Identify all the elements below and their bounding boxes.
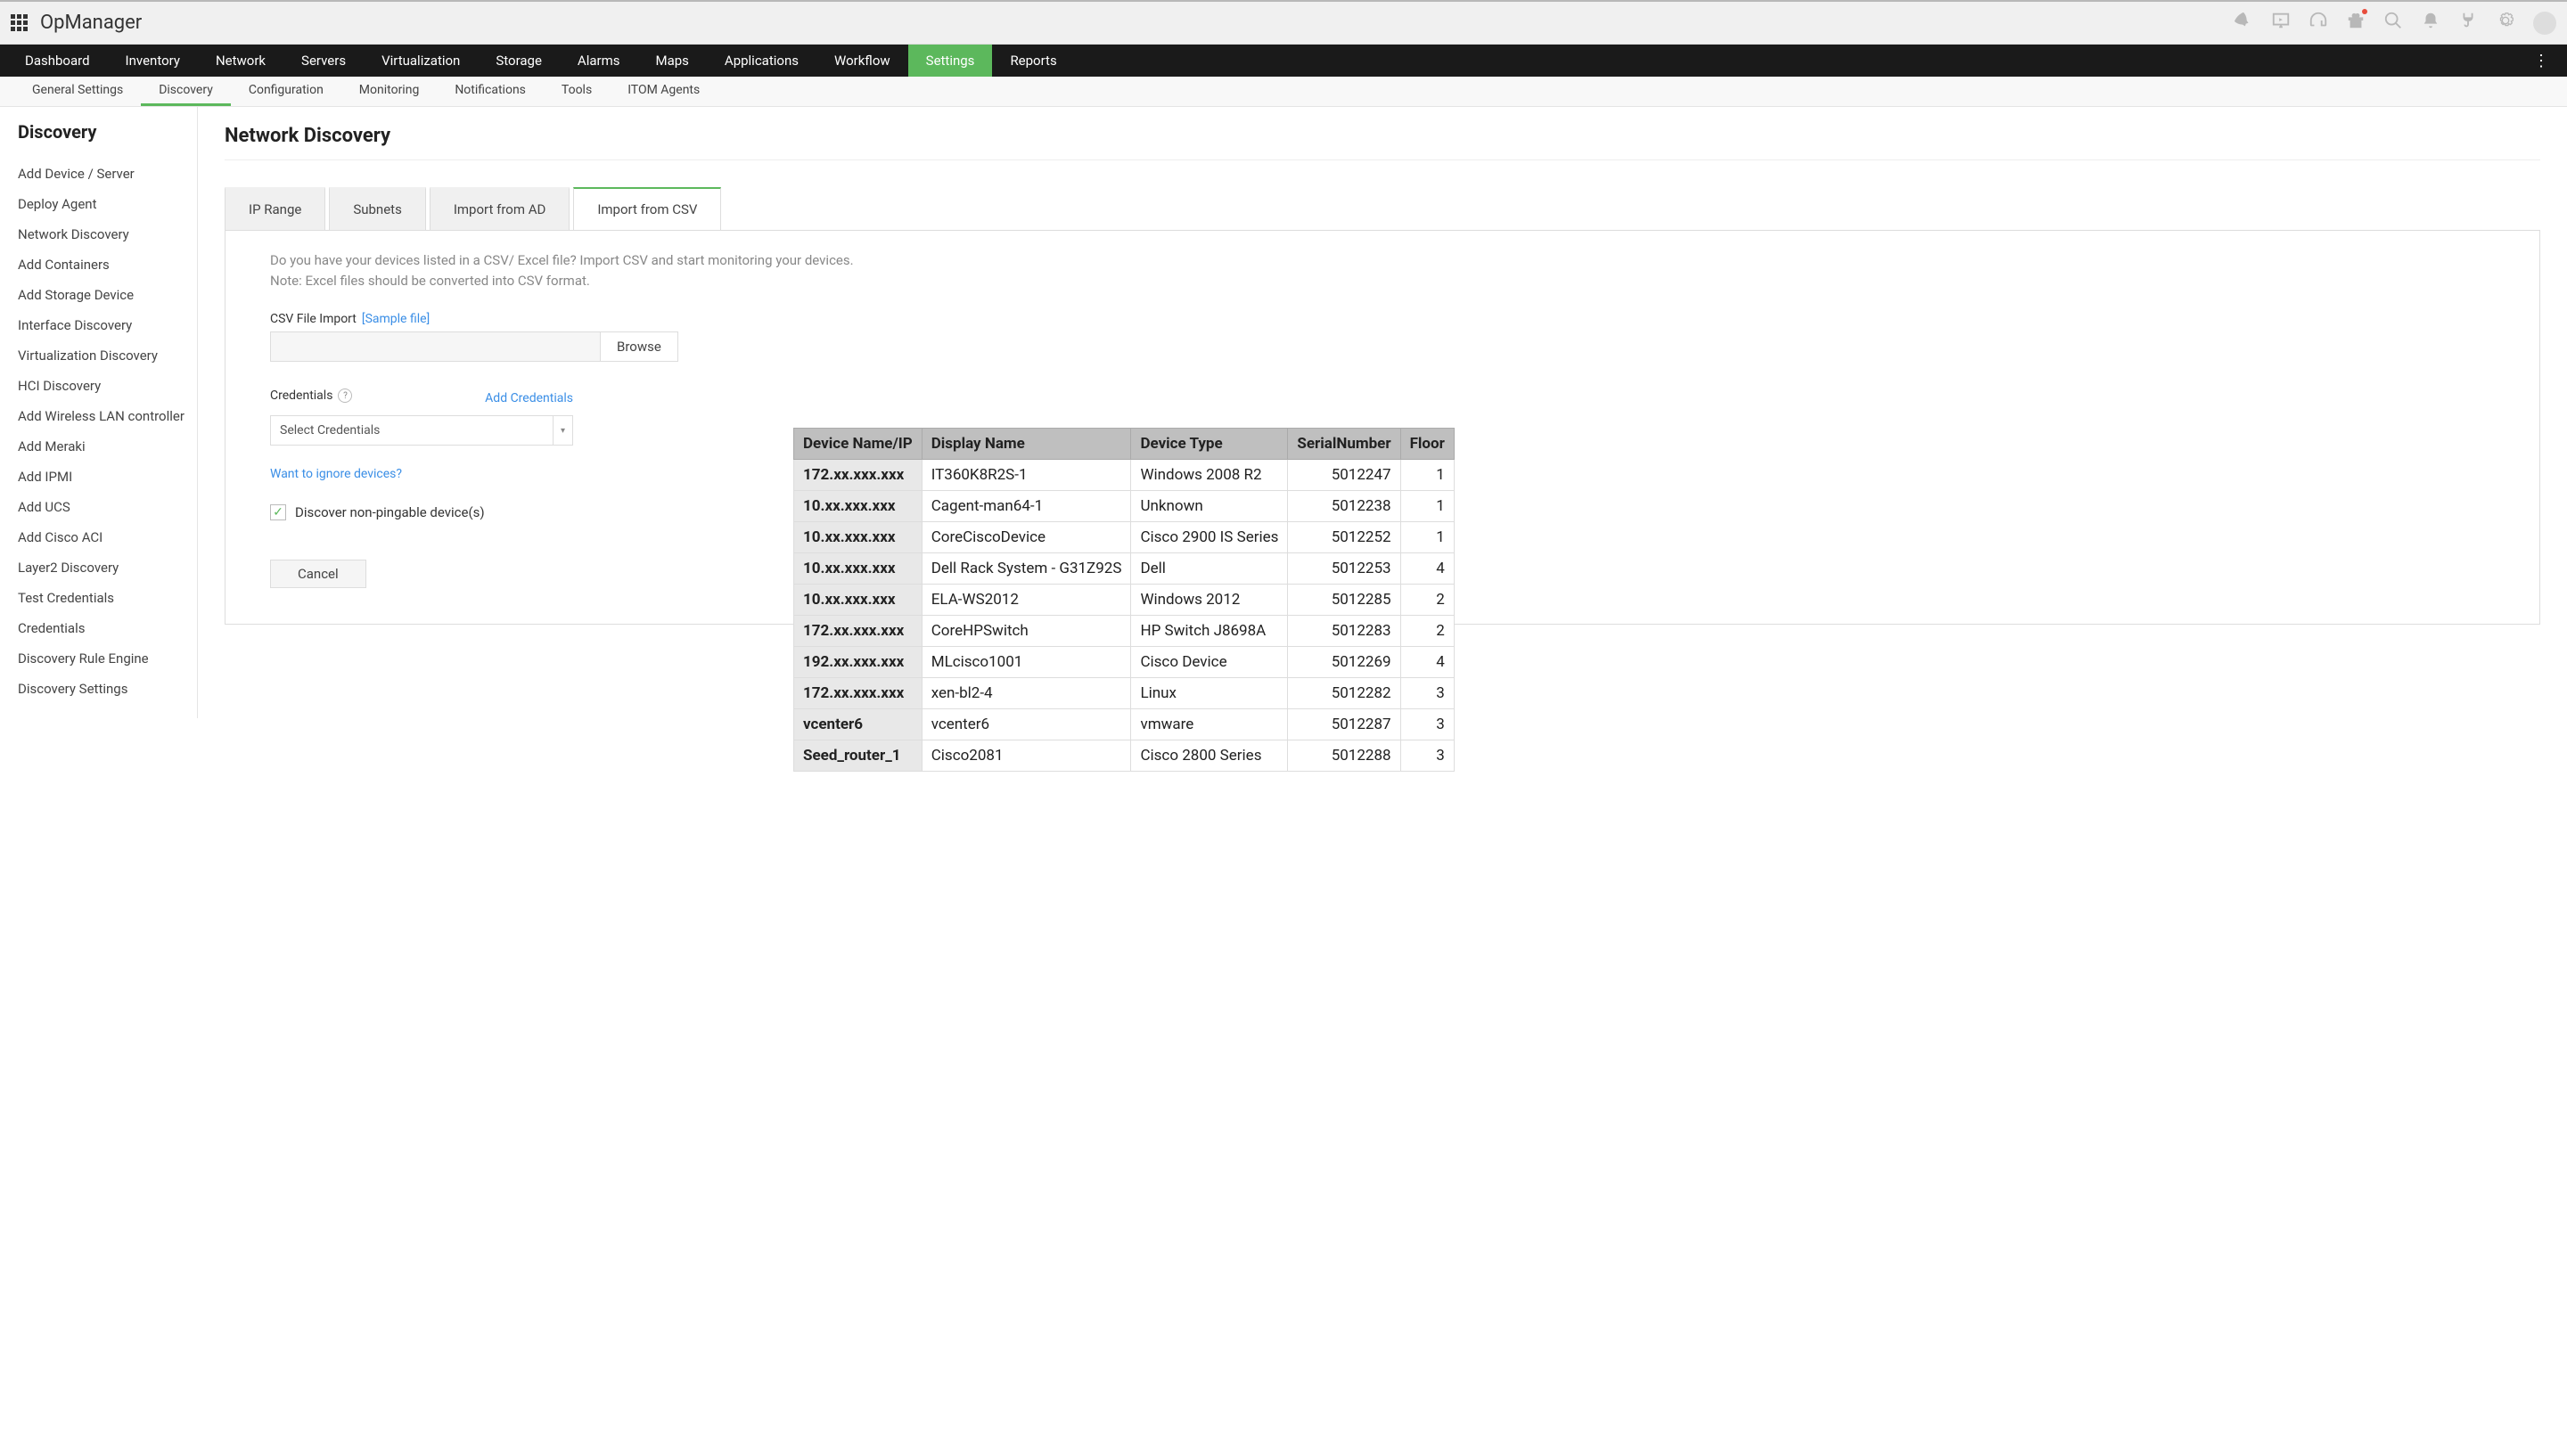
csv-import-label: CSV File Import [Sample file] — [270, 312, 2504, 326]
sidebar-item-deploy-agent[interactable]: Deploy Agent — [18, 189, 197, 219]
help-icon[interactable]: ? — [338, 389, 352, 403]
sidebar-item-add-meraki[interactable]: Add Meraki — [18, 431, 197, 462]
table-row[interactable]: 172.xx.xxx.xxxCoreHPSwitchHP Switch J869… — [794, 616, 1455, 647]
table-row[interactable]: vcenter6vcenter6vmware50122873 — [794, 709, 1455, 740]
nav-alarms[interactable]: Alarms — [560, 45, 638, 77]
table-row[interactable]: 192.xx.xxx.xxxMLcisco1001Cisco Device501… — [794, 647, 1455, 678]
table-row[interactable]: 10.xx.xxx.xxxCoreCiscoDeviceCisco 2900 I… — [794, 522, 1455, 553]
tab-subnets[interactable]: Subnets — [329, 187, 426, 230]
nav-dashboard[interactable]: Dashboard — [7, 45, 108, 77]
nav-reports[interactable]: Reports — [992, 45, 1074, 77]
nav-storage[interactable]: Storage — [478, 45, 560, 77]
main-nav: DashboardInventoryNetworkServersVirtuali… — [0, 45, 2567, 77]
subnav-configuration[interactable]: Configuration — [231, 77, 341, 106]
sidebar-title: Discovery — [18, 121, 197, 143]
tab-import-from-ad[interactable]: Import from AD — [430, 187, 570, 230]
brand-logo[interactable]: OpManager — [40, 12, 142, 34]
tab-bar: IP RangeSubnetsImport from ADImport from… — [225, 187, 2567, 230]
plug-icon[interactable] — [2458, 11, 2478, 35]
sidebar-item-test-credentials[interactable]: Test Credentials — [18, 583, 197, 613]
bell-icon[interactable] — [2421, 11, 2440, 35]
col-floor: Floor — [1400, 429, 1454, 460]
nav-settings[interactable]: Settings — [908, 45, 993, 77]
nav-virtualization[interactable]: Virtualization — [364, 45, 478, 77]
page-title: Network Discovery — [225, 125, 2540, 160]
apps-grid-icon[interactable] — [11, 14, 28, 31]
sidebar-item-credentials[interactable]: Credentials — [18, 613, 197, 643]
tab-import-from-csv[interactable]: Import from CSV — [573, 187, 721, 230]
sample-file-link[interactable]: [Sample file] — [362, 312, 430, 326]
col-serialnumber: SerialNumber — [1288, 429, 1400, 460]
col-device-name-ip: Device Name/IP — [794, 429, 923, 460]
headset-icon[interactable] — [2309, 11, 2328, 35]
col-device-type: Device Type — [1131, 429, 1288, 460]
table-row[interactable]: 172.xx.xxx.xxxxen-bl2-4Linux50122823 — [794, 678, 1455, 709]
subnav-monitoring[interactable]: Monitoring — [341, 77, 438, 106]
sidebar-item-add-wireless-lan-controller[interactable]: Add Wireless LAN controller — [18, 401, 197, 431]
table-row[interactable]: 10.xx.xxx.xxxDell Rack System - G31Z92SD… — [794, 553, 1455, 585]
nav-network[interactable]: Network — [198, 45, 283, 77]
search-icon[interactable] — [2383, 11, 2403, 35]
nav-applications[interactable]: Applications — [707, 45, 816, 77]
subnav-notifications[interactable]: Notifications — [437, 77, 544, 106]
sidebar-item-discovery-settings[interactable]: Discovery Settings — [18, 674, 197, 704]
sidebar-item-network-discovery[interactable]: Network Discovery — [18, 219, 197, 249]
nav-workflow[interactable]: Workflow — [816, 45, 908, 77]
sidebar-item-layer2-discovery[interactable]: Layer2 Discovery — [18, 552, 197, 583]
nav-inventory[interactable]: Inventory — [108, 45, 198, 77]
gift-icon[interactable] — [2346, 11, 2366, 35]
subnav-discovery[interactable]: Discovery — [141, 77, 231, 106]
subnav-itom-agents[interactable]: ITOM Agents — [610, 77, 718, 106]
nav-servers[interactable]: Servers — [283, 45, 364, 77]
sidebar-item-add-device-server[interactable]: Add Device / Server — [18, 159, 197, 189]
chevron-down-icon: ▾ — [553, 416, 572, 445]
table-row[interactable]: Seed_router_1Cisco2081Cisco 2800 Series5… — [794, 740, 1455, 772]
sidebar-item-add-containers[interactable]: Add Containers — [18, 249, 197, 280]
rocket-icon[interactable] — [2234, 11, 2253, 35]
credentials-select[interactable]: Select Credentials ▾ — [270, 415, 573, 446]
subnav-general-settings[interactable]: General Settings — [14, 77, 141, 106]
sidebar-item-hci-discovery[interactable]: HCI Discovery — [18, 371, 197, 401]
sidebar-item-add-cisco-aci[interactable]: Add Cisco ACI — [18, 522, 197, 552]
credentials-label: Credentials ? — [270, 389, 352, 403]
sidebar-item-add-ucs[interactable]: Add UCS — [18, 492, 197, 522]
discover-nonpingable-checkbox[interactable]: ✓ — [270, 504, 286, 520]
sidebar-item-interface-discovery[interactable]: Interface Discovery — [18, 310, 197, 340]
browse-button[interactable]: Browse — [600, 331, 678, 362]
sidebar-item-virtualization-discovery[interactable]: Virtualization Discovery — [18, 340, 197, 371]
user-avatar[interactable] — [2533, 12, 2556, 35]
nav-maps[interactable]: Maps — [637, 45, 706, 77]
info-text: Do you have your devices listed in a CSV… — [270, 250, 2504, 290]
sub-nav: General SettingsDiscoveryConfigurationMo… — [0, 77, 2567, 107]
table-row[interactable]: 10.xx.xxx.xxxCagent-man64-1Unknown501223… — [794, 491, 1455, 522]
cancel-button[interactable]: Cancel — [270, 560, 366, 588]
sidebar-item-discovery-rule-engine[interactable]: Discovery Rule Engine — [18, 643, 197, 674]
discover-nonpingable-label: Discover non-pingable device(s) — [295, 504, 485, 520]
topbar: OpManager — [0, 0, 2567, 45]
tab-ip-range[interactable]: IP Range — [225, 187, 325, 230]
screen-icon[interactable] — [2271, 11, 2291, 35]
table-row[interactable]: 172.xx.xxx.xxxIT360K8R2S-1Windows 2008 R… — [794, 460, 1455, 491]
csv-preview-table: Device Name/IPDisplay NameDevice TypeSer… — [793, 428, 1455, 772]
csv-file-input[interactable] — [270, 331, 600, 362]
add-credentials-link[interactable]: Add Credentials — [485, 391, 573, 405]
main-content: Network Discovery IP RangeSubnetsImport … — [198, 107, 2567, 718]
sidebar: Discovery Add Device / ServerDeploy Agen… — [0, 107, 198, 718]
subnav-tools[interactable]: Tools — [544, 77, 610, 106]
sidebar-item-add-storage-device[interactable]: Add Storage Device — [18, 280, 197, 310]
table-row[interactable]: 10.xx.xxx.xxxELA-WS2012Windows 201250122… — [794, 585, 1455, 616]
more-menu-icon[interactable]: ⋮ — [2522, 52, 2560, 70]
gear-icon[interactable] — [2496, 11, 2515, 35]
col-display-name: Display Name — [922, 429, 1131, 460]
sidebar-item-add-ipmi[interactable]: Add IPMI — [18, 462, 197, 492]
